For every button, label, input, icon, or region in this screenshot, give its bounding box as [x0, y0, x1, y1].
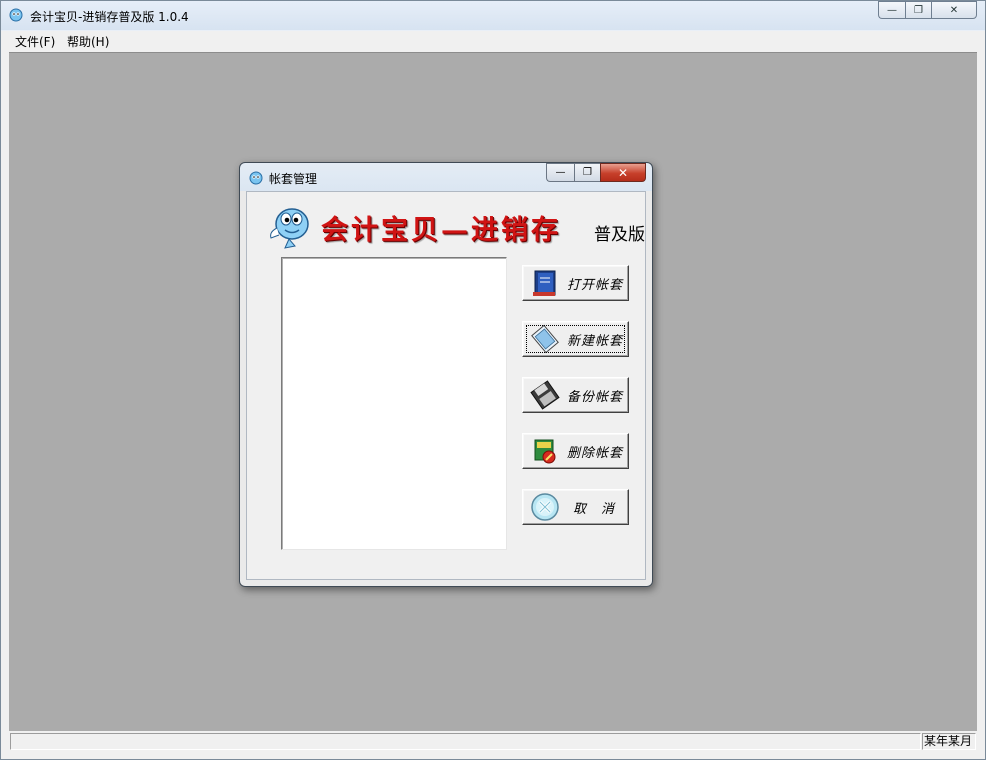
minimize-icon: — [887, 4, 897, 16]
dialog-client-area: 会计宝贝—进销存 普及版 打开帐套 新建帐套 备份帐套 删除帐套 取 消 [246, 191, 646, 580]
backup-account-label: 备份帐套 [567, 389, 624, 405]
cancel-circle-icon [531, 493, 559, 521]
open-account-button[interactable]: 打开帐套 [522, 265, 629, 301]
new-account-button[interactable]: 新建帐套 [522, 321, 629, 357]
dialog-minimize-button[interactable]: — [546, 163, 574, 182]
status-pane-period: 某年某月 [922, 733, 976, 750]
new-account-label: 新建帐套 [567, 333, 624, 349]
floppy-disk-icon [530, 380, 560, 410]
restore-icon: ❐ [914, 4, 923, 16]
app-mascot-icon [9, 8, 23, 22]
dialog-mascot-icon [249, 171, 263, 185]
delete-account-button[interactable]: 删除帐套 [522, 433, 629, 469]
status-pane-message [10, 733, 921, 750]
new-ledger-icon [531, 324, 559, 354]
restore-icon: ❐ [583, 167, 592, 178]
menu-bar: 文件(F) 帮助(H) [9, 31, 977, 51]
window-title: 会计宝贝-进销存普及版 1.0.4 [30, 10, 189, 24]
dialog-title: 帐套管理 [269, 172, 318, 186]
close-icon: ✕ [949, 4, 959, 16]
open-account-label: 打开帐套 [567, 277, 624, 293]
title-bar[interactable]: 会计宝贝-进销存普及版 1.0.4 — ❐ ✕ [1, 1, 985, 30]
book-icon [533, 270, 556, 296]
banner-edition: 普及版 [594, 225, 645, 245]
backup-account-button[interactable]: 备份帐套 [522, 377, 629, 413]
minimize-button[interactable]: — [878, 1, 905, 19]
minimize-icon: — [555, 167, 566, 178]
delete-account-label: 删除帐套 [567, 445, 624, 461]
dialog-restore-button[interactable]: ❐ [574, 163, 600, 182]
menu-help[interactable]: 帮助(H) [67, 33, 109, 50]
delete-ledger-icon [534, 439, 556, 464]
status-bar: 某年某月 [9, 732, 977, 752]
cancel-label: 取 消 [573, 501, 616, 517]
account-set-list[interactable] [281, 257, 507, 550]
close-icon: ✕ [617, 165, 629, 180]
banner-title: 会计宝贝—进销存 [321, 215, 561, 246]
mascot-icon [270, 208, 309, 249]
close-button[interactable]: ✕ [931, 1, 977, 19]
product-banner: 会计宝贝—进销存 普及版 [265, 202, 645, 252]
menu-file[interactable]: 文件(F) [15, 33, 55, 50]
dialog-close-button[interactable]: ✕ [600, 163, 646, 182]
restore-button[interactable]: ❐ [905, 1, 931, 19]
cancel-button[interactable]: 取 消 [522, 489, 629, 525]
account-management-dialog: 帐套管理 — ❐ ✕ 会计宝贝—进销存 普及版 打开帐套 新建帐套 备份帐套 删… [239, 162, 653, 587]
